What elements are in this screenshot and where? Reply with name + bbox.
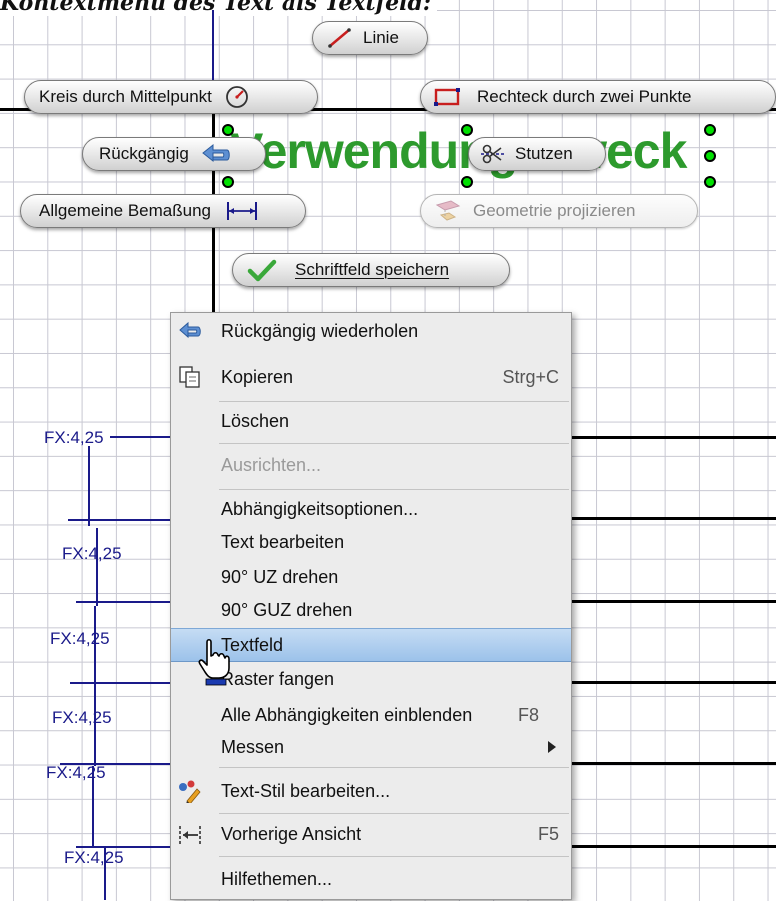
titleblock-line: [572, 845, 776, 848]
line-label: Linie: [363, 28, 399, 47]
save-titleblock-label: Schriftfeld speichern: [295, 260, 450, 279]
previous-view-icon: [179, 826, 201, 844]
menu-item-label: Raster fangen: [221, 668, 335, 689]
menu-item-label: Kopieren: [221, 366, 294, 387]
dimension-extension: [68, 519, 172, 521]
menu-item-constraint-options[interactable]: Abhängigkeitsoptionen...: [171, 493, 571, 525]
selection-handle[interactable]: [704, 150, 716, 162]
dimension-extension: [70, 682, 172, 684]
dimension-leader: [110, 436, 172, 438]
dimension-icon: [226, 202, 257, 220]
dimension-label[interactable]: FX:4,25: [44, 428, 104, 448]
redo-arrow-icon: [179, 321, 201, 339]
menu-item-redo[interactable]: Rückgängig wiederholen: [171, 315, 571, 347]
menu-separator: [219, 767, 569, 768]
dimension-label[interactable]: FX:4,25: [62, 544, 122, 564]
rectangle-two-points-button[interactable]: Rechteck durch zwei Punkte: [420, 80, 776, 114]
menu-item-measure[interactable]: Messen: [171, 731, 571, 763]
menu-item-label: Löschen: [221, 410, 290, 431]
menu-separator: [219, 813, 569, 814]
rectangle-label: Rechteck durch zwei Punkte: [477, 87, 692, 106]
menu-item-previous-view[interactable]: Vorherige Ansicht F5: [171, 818, 571, 850]
dimension-label[interactable]: FX:4,25: [50, 629, 110, 649]
menu-item-label: Vorherige Ansicht: [221, 823, 362, 844]
menu-item-shortcut: Strg+C: [502, 366, 559, 387]
dimension-label[interactable]: FX:4,25: [46, 763, 106, 783]
submenu-arrow-icon: [548, 741, 556, 753]
selection-handle[interactable]: [222, 176, 234, 188]
menu-item-label: Rückgängig wiederholen: [221, 320, 419, 341]
menu-item-label: Abhängigkeitsoptionen...: [221, 498, 419, 519]
dimension-line: [88, 446, 90, 526]
menu-separator: [219, 856, 569, 857]
titleblock-line: [572, 436, 776, 439]
titleblock-line: [572, 600, 776, 603]
menu-item-align: Ausrichten...: [171, 449, 571, 481]
dimension-line: [96, 528, 98, 606]
menu-item-snap-grid[interactable]: Raster fangen: [171, 663, 571, 695]
selection-handle[interactable]: [461, 176, 473, 188]
titleblock-line: [572, 517, 776, 520]
general-dimension-button[interactable]: Allgemeine Bemaßung: [20, 194, 306, 228]
undo-arrow-icon: [201, 143, 230, 163]
menu-item-label: 90° GUZ drehen: [221, 599, 353, 620]
trim-scissors-icon: [481, 144, 505, 164]
page-caption: Kontextmenü des Text als Textfeld:: [0, 0, 437, 16]
menu-item-label: 90° UZ drehen: [221, 566, 339, 587]
titleblock-line: [572, 681, 776, 684]
project-geometry-label: Geometrie projizieren: [473, 201, 636, 220]
menu-item-show-all-constraints[interactable]: Alle Abhängigkeiten einblenden F8: [171, 699, 571, 731]
menu-item-edit-text-style[interactable]: Text-Stil bearbeiten...: [171, 775, 571, 807]
rectangle-icon: [434, 88, 460, 106]
menu-item-label: Text bearbeiten: [221, 531, 345, 552]
checkmark-icon: [247, 259, 277, 282]
menu-item-label: Ausrichten...: [221, 454, 322, 475]
menu-separator: [219, 489, 569, 490]
circle-center-label: Kreis durch Mittelpunkt: [39, 87, 212, 106]
menu-item-copy[interactable]: Kopieren Strg+C: [171, 361, 571, 393]
circle-center-icon: [226, 86, 248, 108]
menu-item-label: Text-Stil bearbeiten...: [221, 780, 391, 801]
menu-separator: [219, 443, 569, 444]
menu-item-delete[interactable]: Löschen: [171, 405, 571, 437]
selection-handle[interactable]: [704, 124, 716, 136]
menu-item-label: Alle Abhängigkeiten einblenden: [221, 704, 473, 725]
undo-button[interactable]: Rückgängig: [82, 137, 266, 171]
trim-button[interactable]: Stutzen: [468, 137, 606, 171]
titleblock-line: [572, 762, 776, 765]
menu-item-label: Hilfethemen...: [221, 868, 333, 889]
selection-handle[interactable]: [704, 176, 716, 188]
dimension-label[interactable]: FX:4,25: [52, 708, 112, 728]
text-style-icon: [179, 780, 201, 803]
undo-label: Rückgängig: [99, 144, 189, 163]
circle-center-button[interactable]: Kreis durch Mittelpunkt: [24, 80, 318, 114]
trim-label: Stutzen: [515, 144, 573, 163]
hand-cursor-icon: [198, 638, 230, 686]
copy-icon: [179, 366, 200, 388]
menu-item-shortcut: F8: [517, 704, 539, 725]
project-geometry-icon: [435, 200, 461, 221]
selection-handle[interactable]: [222, 124, 234, 136]
menu-separator: [219, 401, 569, 402]
general-dimension-label: Allgemeine Bemaßung: [39, 201, 211, 220]
context-menu: Rückgängig wiederholen Kopieren Strg+C L…: [170, 312, 572, 900]
menu-item-textfield[interactable]: Textfeld: [171, 628, 571, 662]
menu-item-edit-text[interactable]: Text bearbeiten: [171, 526, 571, 558]
dimension-extension: [76, 601, 172, 603]
textfield-text[interactable]: Verwendungszweck: [230, 122, 687, 180]
menu-item-rotate-cw[interactable]: 90° UZ drehen: [171, 561, 571, 593]
project-geometry-button: Geometrie projizieren: [420, 194, 698, 228]
dimension-label[interactable]: FX:4,25: [64, 848, 124, 868]
save-titleblock-button[interactable]: Schriftfeld speichern: [232, 253, 510, 287]
menu-item-shortcut: F5: [537, 823, 559, 844]
menu-item-rotate-ccw[interactable]: 90° GUZ drehen: [171, 594, 571, 626]
line-icon: [328, 28, 351, 48]
selection-handle[interactable]: [461, 124, 473, 136]
line-button[interactable]: Linie: [312, 21, 428, 55]
menu-item-help-topics[interactable]: Hilfethemen...: [171, 863, 571, 895]
menu-item-label: Messen: [221, 736, 285, 757]
